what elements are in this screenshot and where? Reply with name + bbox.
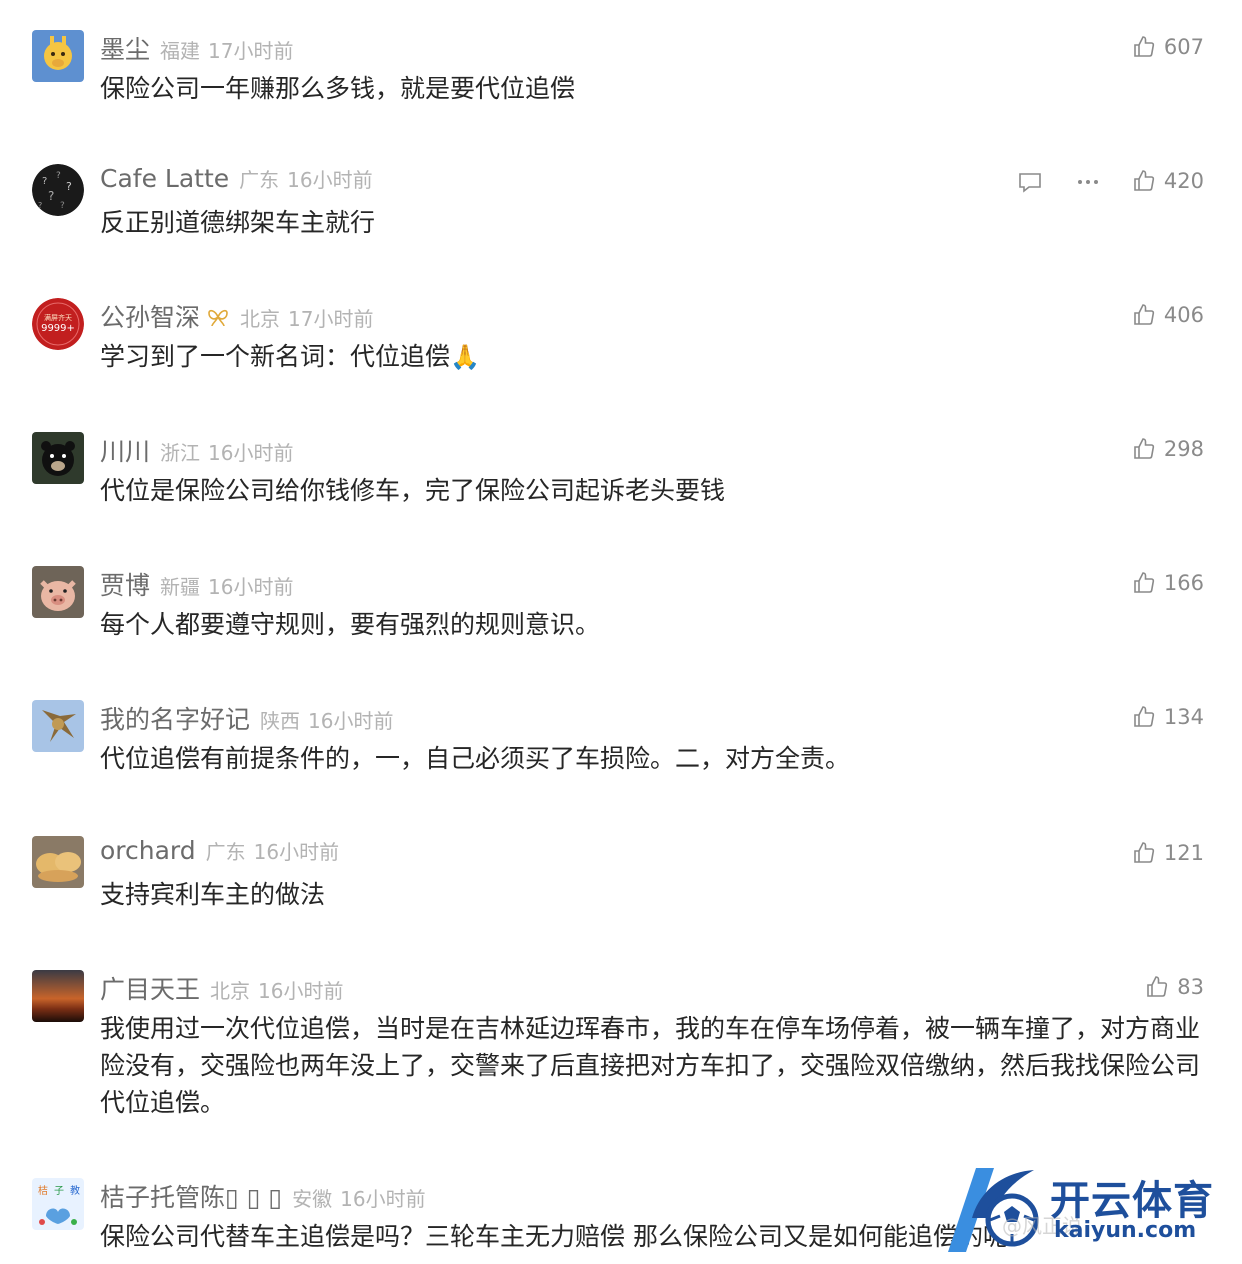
- avatar[interactable]: ? ? ? ? ? ?: [32, 164, 84, 216]
- comment-header: 川川 浙江 16小时前: [100, 432, 293, 466]
- like-button[interactable]: 420: [1132, 166, 1204, 196]
- butterfly-badge-icon: [206, 305, 230, 329]
- like-button[interactable]: 406: [1132, 300, 1204, 330]
- comment-icon: [1019, 173, 1041, 193]
- praying-hands-emoji: 🙏: [450, 343, 480, 371]
- more-icon: [1078, 180, 1098, 184]
- comment-text: 我使用过一次代位追偿，当时是在吉林延边珲春市，我的车在停车场停着，被一辆车撞了，…: [100, 1014, 1201, 1117]
- avatar[interactable]: [32, 836, 84, 888]
- avatar[interactable]: [32, 30, 84, 82]
- username[interactable]: 公孙智深: [100, 298, 200, 334]
- location: 福建: [160, 39, 201, 63]
- timestamp: 17小时前: [208, 39, 294, 63]
- comment-text: 反正别道德绑架车主就行: [100, 208, 376, 237]
- timestamp: 16小时前: [258, 979, 344, 1003]
- location: 北京: [240, 307, 281, 331]
- svg-text:?: ?: [66, 180, 72, 193]
- like-count: 420: [1163, 169, 1204, 193]
- reply-button[interactable]: [1016, 168, 1044, 196]
- thumbs-up-icon: [1134, 304, 1155, 325]
- username[interactable]: 墨尘: [100, 30, 150, 66]
- thumbs-up-icon: [1134, 438, 1155, 459]
- more-button[interactable]: [1074, 168, 1102, 196]
- like-count: 298: [1163, 437, 1204, 461]
- username[interactable]: 川川: [100, 432, 150, 468]
- location: 广东: [239, 168, 280, 192]
- avatar-text: 满屏齐天: [44, 313, 72, 322]
- svg-text:?: ?: [38, 201, 42, 210]
- thumbs-up-icon: [1134, 36, 1155, 57]
- svg-text:?: ?: [60, 201, 65, 211]
- timestamp: 17小时前: [288, 307, 374, 331]
- svg-text:子: 子: [54, 1185, 64, 1197]
- comment-text: 每个人都要遵守规则，要有强烈的规则意识。: [100, 610, 601, 639]
- thumbs-up-icon: [1134, 572, 1155, 593]
- svg-text:?: ?: [42, 176, 47, 187]
- comment-header: 桔子托管陈▯ ▯ ▯ 安徽 16小时前: [100, 1178, 426, 1212]
- username[interactable]: 我的名字好记: [100, 700, 250, 736]
- like-count: 406: [1163, 303, 1204, 327]
- location: 陕西: [260, 709, 301, 733]
- location: 北京: [210, 979, 251, 1003]
- like-count: 134: [1163, 705, 1204, 729]
- username[interactable]: orchard: [100, 836, 196, 865]
- comment-text-content: 学习到了一个新名词：代位追偿: [100, 342, 451, 371]
- timestamp: 16小时前: [208, 575, 294, 599]
- svg-text:?: ?: [48, 189, 54, 203]
- like-count: 166: [1163, 571, 1204, 595]
- thumbs-up-icon: [1134, 706, 1155, 727]
- username[interactable]: 贾博: [100, 566, 150, 602]
- comment-text: 支持宾利车主的做法: [100, 880, 326, 909]
- location: 安徽: [292, 1187, 333, 1211]
- like-count: 121: [1163, 841, 1204, 865]
- comment-header: 广目天王 北京 16小时前: [100, 970, 343, 1004]
- location: 浙江: [160, 441, 201, 465]
- svg-text:教: 教: [70, 1184, 80, 1197]
- username[interactable]: 桔子托管陈▯ ▯ ▯: [100, 1178, 282, 1214]
- location: 广东: [205, 840, 246, 864]
- like-button[interactable]: 298: [1132, 434, 1204, 464]
- like-button[interactable]: 166: [1132, 568, 1204, 598]
- avatar[interactable]: [32, 700, 84, 752]
- like-button[interactable]: 607: [1132, 32, 1204, 62]
- timestamp: 16小时前: [308, 709, 394, 733]
- svg-text:?: ?: [56, 171, 61, 181]
- comment-header: Cafe Latte 广东 16小时前: [100, 164, 373, 198]
- comment-text: 保险公司一年赚那么多钱，就是要代位追偿: [100, 74, 576, 103]
- username[interactable]: 广目天王: [100, 970, 200, 1006]
- svg-text:桔: 桔: [38, 1184, 48, 1197]
- like-count: 83: [1177, 975, 1204, 999]
- timestamp: 16小时前: [340, 1187, 426, 1211]
- location: 新疆: [160, 575, 201, 599]
- timestamp: 16小时前: [287, 168, 373, 192]
- like-button[interactable]: 121: [1132, 838, 1204, 868]
- timestamp: 16小时前: [253, 840, 340, 864]
- comment-text: 保险公司代替车主追偿是吗？三轮车主无力赔偿 那么保险公司又是如何能追偿的呢？: [100, 1222, 1033, 1251]
- comment-header: 墨尘 福建 17小时前: [100, 30, 293, 64]
- thumbs-up-icon: [1147, 976, 1168, 997]
- timestamp: 16小时前: [208, 441, 294, 465]
- comment-text: 学习到了一个新名词：代位追偿🙏: [100, 338, 1200, 376]
- avatar[interactable]: 桔 子 教: [32, 1178, 84, 1230]
- like-button[interactable]: 134: [1132, 702, 1204, 732]
- comment-text: 代位追偿有前提条件的，一，自己必须买了车损险。二，对方全责。: [100, 744, 851, 773]
- avatar[interactable]: [32, 432, 84, 484]
- comment-header: 公孙智深 北京 17小时前: [100, 298, 373, 332]
- like-button[interactable]: 83: [1145, 972, 1204, 1002]
- comment-header: 我的名字好记 陕西 16小时前: [100, 700, 393, 734]
- thumbs-up-icon: [1134, 842, 1155, 863]
- avatar[interactable]: 满屏齐天 9999+: [32, 298, 84, 350]
- comment-header: 贾博 新疆 16小时前: [100, 566, 293, 600]
- like-count: 607: [1163, 35, 1204, 59]
- avatar-number: 9999+: [41, 323, 75, 334]
- thumbs-up-icon: [1134, 170, 1155, 191]
- avatar[interactable]: [32, 566, 84, 618]
- username[interactable]: Cafe Latte: [100, 164, 229, 193]
- comment-header: orchard 广东 16小时前: [100, 836, 339, 870]
- comment-text: 代位是保险公司给你钱修车，完了保险公司起诉老头要钱: [100, 476, 726, 505]
- avatar[interactable]: [32, 970, 84, 1022]
